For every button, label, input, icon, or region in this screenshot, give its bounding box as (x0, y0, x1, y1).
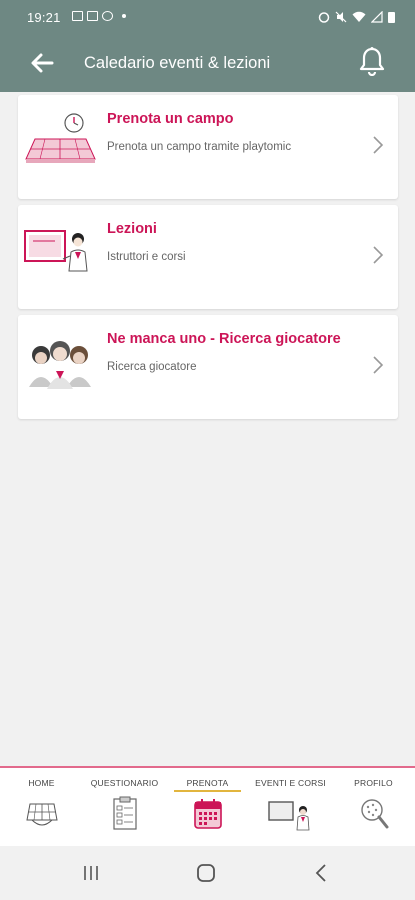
card-lezioni[interactable]: Lezioni Istruttori e corsi (18, 205, 398, 309)
chevron-right-icon (373, 136, 384, 154)
nav-item-profilo[interactable]: PROFILO (332, 768, 415, 846)
clipboard-icon (113, 796, 137, 830)
teacher-board-icon (24, 230, 88, 272)
calendar-icon (194, 799, 222, 829)
back-icon[interactable] (314, 863, 328, 883)
page-title: Caledario eventi & lezioni (84, 54, 271, 72)
nav-label: QUESTIONARIO (90, 778, 159, 788)
app-bar: Caledario eventi & lezioni (0, 34, 415, 92)
system-navigation-bar (0, 846, 415, 900)
active-tab-indicator (174, 790, 241, 792)
battery-icon (388, 11, 395, 23)
nav-label: PROFILO (354, 778, 393, 788)
messenger-icon (102, 11, 113, 21)
nav-item-prenota[interactable]: PRENOTA (166, 768, 249, 846)
card-prenota-campo[interactable]: Prenota un campo Prenota un campo tramit… (18, 95, 398, 199)
nav-item-questionario[interactable]: QUESTIONARIO (83, 768, 166, 846)
card-subtitle: Ricerca giocatore (107, 361, 197, 373)
card-subtitle: Prenota un campo tramite playtomic (107, 141, 292, 153)
chevron-right-icon (373, 356, 384, 374)
signal-icon (371, 11, 383, 23)
wifi-icon (352, 11, 366, 22)
racket-icon (361, 799, 389, 829)
nav-item-home[interactable]: HOME (0, 768, 83, 846)
teacher-board-icon (268, 801, 310, 831)
status-bar: 19:21 (0, 0, 415, 34)
mute-icon (335, 11, 347, 23)
more-notifications-icon (122, 14, 126, 18)
tennis-court-icon (25, 113, 96, 163)
tennis-court-icon (26, 803, 58, 826)
nav-label: HOME (28, 778, 55, 788)
card-ricerca-giocatore[interactable]: Ne manca uno - Ricerca giocatore Ricerca… (18, 315, 398, 419)
bottom-navigation: HOME QUESTIONARIO PRENOTA EVENTI E CORSI… (0, 766, 415, 846)
back-arrow-icon[interactable] (28, 49, 56, 77)
players-group-icon (29, 341, 91, 389)
card-title: Ne manca uno - Ricerca giocatore (107, 331, 341, 347)
nav-label: EVENTI E CORSI (255, 778, 326, 788)
news-icon (87, 11, 98, 21)
status-time: 19:21 (27, 10, 61, 25)
recent-apps-icon[interactable] (82, 864, 100, 882)
chevron-right-icon (373, 246, 384, 264)
home-icon[interactable] (196, 863, 216, 883)
card-title: Lezioni (107, 221, 157, 237)
bell-icon[interactable] (359, 46, 385, 76)
nav-item-eventi-corsi[interactable]: EVENTI E CORSI (249, 768, 332, 846)
image-icon (72, 11, 83, 21)
card-subtitle: Istruttori e corsi (107, 251, 186, 263)
header: 19:21 Caledario eventi & lezioni (0, 0, 415, 92)
alarm-icon (318, 12, 330, 23)
nav-label: PRENOTA (186, 778, 229, 788)
card-title: Prenota un campo (107, 111, 234, 127)
